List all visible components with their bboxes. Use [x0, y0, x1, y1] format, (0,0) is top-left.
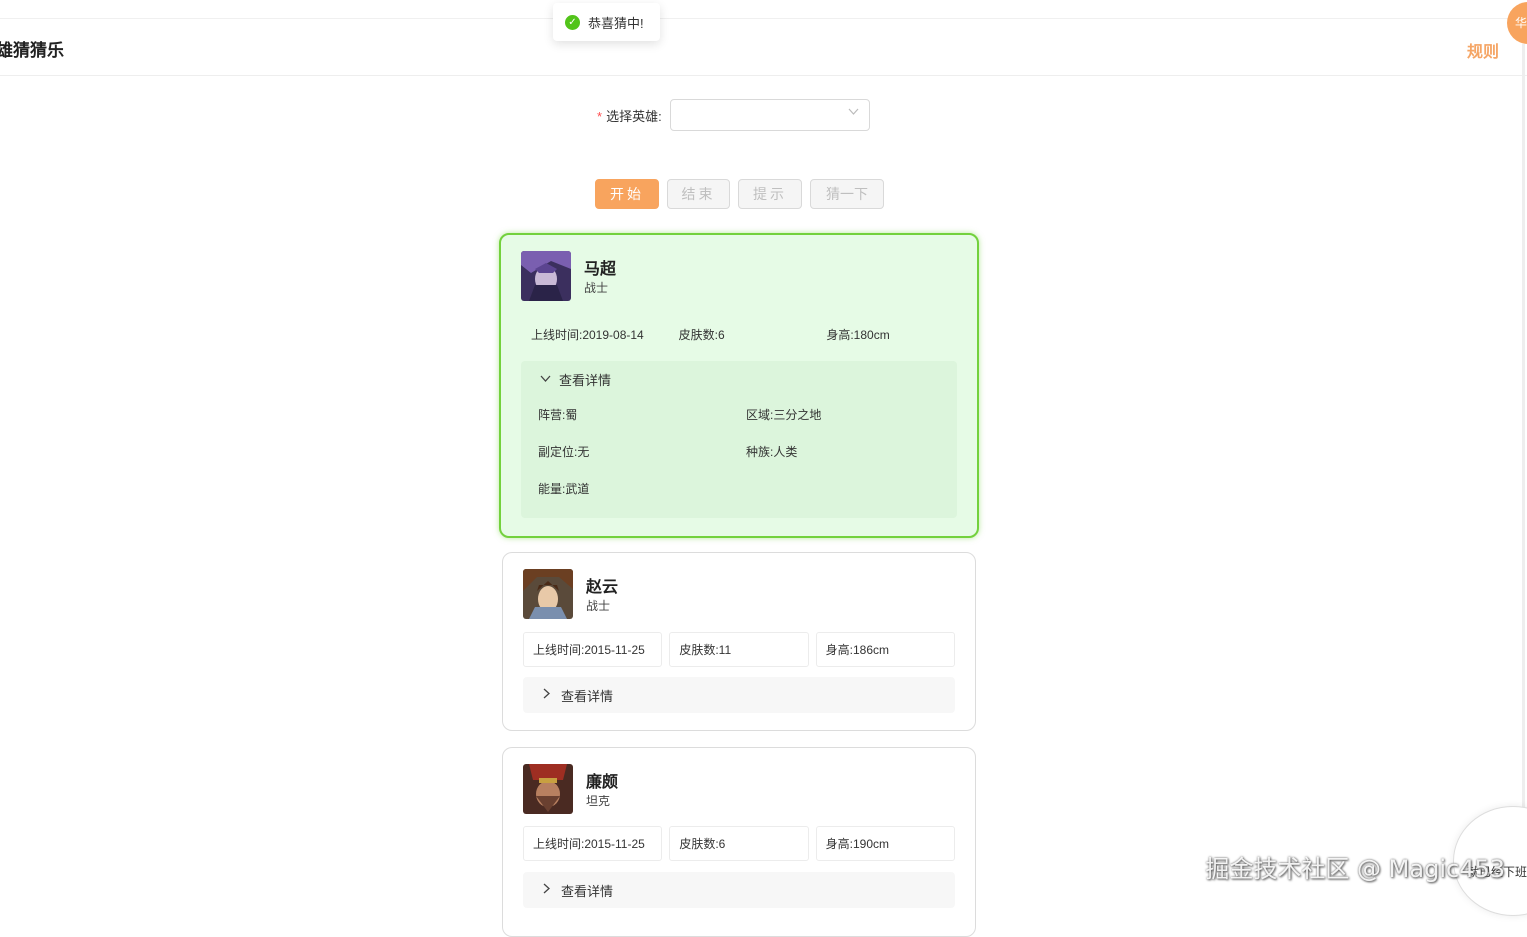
details-label: 查看详情	[559, 372, 612, 388]
chevron-down-icon	[537, 372, 553, 386]
details-panel: 查看详情	[523, 677, 955, 713]
hero-stats: 上线时间:2019-08-14 皮肤数:6 身高:180cm	[521, 317, 958, 352]
rules-link[interactable]: 规则	[1467, 38, 1499, 62]
hero-role: 战士	[584, 281, 609, 295]
action-buttons: 开始 结束 提示 猜一下	[595, 179, 884, 209]
hint-button[interactable]: 提示	[738, 179, 802, 209]
hero-stats: 上线时间:2015-11-25 皮肤数:6 身高:190cm	[523, 826, 955, 861]
details-toggle[interactable]: 查看详情	[521, 361, 957, 397]
release-date: 上线时间:2015-11-25	[523, 826, 663, 861]
skin-count: 皮肤数:11	[669, 632, 809, 667]
chevron-right-icon	[539, 883, 555, 897]
detail-sub-role: 副定位:无	[538, 445, 590, 459]
hero-role: 战士	[586, 599, 611, 613]
details-label: 查看详情	[561, 883, 614, 899]
page-header: 雄猜猜乐 规则	[0, 19, 1527, 76]
detail-race: 种族:人类	[746, 445, 798, 459]
detail-faction: 阵营:蜀	[538, 408, 578, 422]
skin-count: 皮肤数:6	[668, 317, 810, 352]
hero-role: 坦克	[586, 794, 611, 808]
hero-portrait	[521, 251, 571, 301]
hero-height: 身高:186cm	[815, 632, 955, 667]
watermark: 掘金技术社区 @ Magic453	[1205, 855, 1505, 883]
hero-height: 身高:190cm	[815, 826, 955, 861]
hero-name: 赵云	[586, 579, 619, 596]
hero-select-row: * 选择英雄:	[597, 99, 870, 131]
hero-name: 廉颇	[586, 774, 619, 791]
details-label: 查看详情	[561, 688, 614, 704]
hero-name: 马超	[584, 261, 617, 278]
hero-card: 廉颇 坦克 上线时间:2015-11-25 皮肤数:6 身高:190cm 查看详…	[502, 747, 976, 937]
details-grid: 阵营:蜀 区域:三分之地 副定位:无 种族:人类 能量:武道	[521, 397, 957, 508]
toast-message: 恭喜猜中!	[588, 15, 644, 31]
hero-height: 身高:180cm	[816, 317, 958, 352]
detail-region: 区域:三分之地	[746, 408, 822, 422]
check-circle-icon: ✓	[565, 14, 580, 30]
hero-label-text: 选择英雄:	[606, 108, 662, 124]
chevron-right-icon	[539, 688, 555, 702]
end-button[interactable]: 结束	[667, 179, 730, 209]
details-panel: 查看详情	[523, 872, 955, 908]
guess-button[interactable]: 猜一下	[810, 179, 884, 209]
hero-card: 赵云 战士 上线时间:2015-11-25 皮肤数:11 身高:186cm 查看…	[502, 552, 976, 731]
start-button[interactable]: 开始	[595, 179, 659, 209]
details-toggle[interactable]: 查看详情	[523, 677, 955, 713]
chevron-down-icon	[848, 107, 859, 119]
skin-count: 皮肤数:6	[669, 826, 809, 861]
success-toast: ✓ 恭喜猜中!	[553, 3, 660, 41]
app-title: 雄猜猜乐	[0, 41, 64, 60]
hero-select[interactable]	[669, 99, 870, 131]
release-date: 上线时间:2019-08-14	[521, 317, 662, 352]
release-date: 上线时间:2015-11-25	[523, 632, 663, 667]
detail-energy: 能量:武道	[538, 482, 590, 496]
hero-portrait	[523, 764, 573, 814]
hero-card-correct: 马超 战士 上线时间:2019-08-14 皮肤数:6 身高:180cm 查看详…	[499, 233, 979, 538]
details-panel: 查看详情 阵营:蜀 区域:三分之地 副定位:无 种族:人类 能量:武道	[521, 361, 957, 518]
hero-portrait	[523, 569, 573, 619]
required-mark: *	[597, 108, 603, 124]
hero-select-label: * 选择英雄:	[597, 106, 662, 125]
details-toggle[interactable]: 查看详情	[523, 872, 955, 908]
hero-stats: 上线时间:2015-11-25 皮肤数:11 身高:186cm	[523, 632, 955, 667]
scrollbar[interactable]	[1522, 44, 1525, 864]
